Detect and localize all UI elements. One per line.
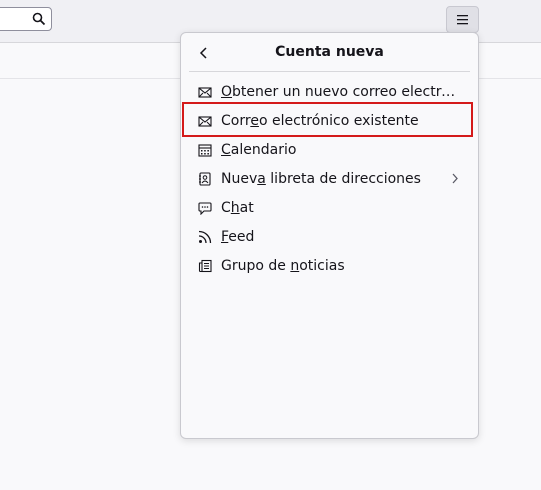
panel-header: Cuenta nueva [181, 33, 478, 71]
mail-new-icon [198, 86, 212, 98]
address-book-icon [199, 171, 211, 186]
menu-item-newsgroup[interactable]: Grupo de noticias [181, 251, 478, 280]
new-account-panel: Cuenta nueva Obtener un nuevo correo ele… [180, 32, 479, 439]
chat-icon [198, 201, 212, 215]
menu-item-new-address-book[interactable]: Nueva libreta de direcciones [181, 164, 478, 193]
chevron-right-icon [452, 173, 458, 184]
menu-item-feed[interactable]: Feed [181, 222, 478, 251]
hamburger-icon [457, 15, 468, 25]
menu-item-label: Obtener un nuevo correo electrónico [221, 83, 463, 100]
search-input[interactable] [0, 7, 52, 31]
menu-item-label: Nueva libreta de direcciones [221, 170, 421, 187]
menu-item-label: Calendario [221, 141, 297, 158]
menu-item-calendar[interactable]: Calendario [181, 135, 478, 164]
menu-item-label: Grupo de noticias [221, 257, 345, 274]
menu-item-label: Chat [221, 199, 254, 216]
app-menu-button[interactable] [446, 6, 479, 33]
panel-title: Cuenta nueva [275, 44, 384, 60]
menu-item-chat[interactable]: Chat [181, 193, 478, 222]
newsgroup-icon [198, 259, 212, 272]
menu-item-label: Feed [221, 228, 255, 245]
calendar-icon [198, 143, 212, 157]
search-icon[interactable] [32, 12, 46, 26]
highlight-box [182, 102, 473, 137]
feed-icon [198, 230, 212, 243]
